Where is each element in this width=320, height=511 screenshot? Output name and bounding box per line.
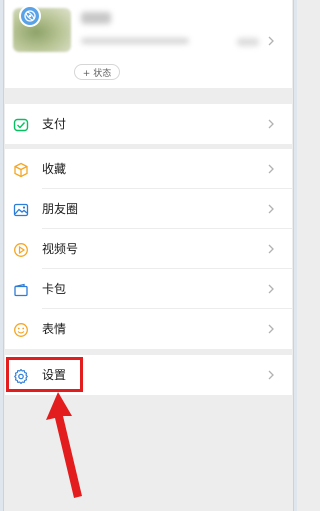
chevron-right-icon — [268, 284, 274, 294]
profile-card[interactable]: + 状态 — [5, 0, 292, 88]
wechat-pay-icon — [13, 117, 29, 133]
user-name-redacted — [81, 12, 111, 24]
chevron-right-icon — [268, 370, 274, 380]
qr-code-redacted[interactable] — [237, 38, 259, 46]
chevron-right-icon — [268, 164, 274, 174]
menu-item-label: 朋友圈 — [42, 202, 79, 216]
menu-group-services: 收藏 朋友圈 视频号 卡包 表情 — [5, 149, 292, 349]
user-id-redacted — [81, 38, 189, 44]
add-status-button[interactable]: + 状态 — [74, 64, 120, 80]
menu-item-cards[interactable]: 卡包 — [5, 269, 292, 309]
menu-item-favorites[interactable]: 收藏 — [5, 149, 292, 189]
menu-item-stickers[interactable]: 表情 — [5, 309, 292, 349]
menu-item-label: 表情 — [42, 322, 67, 336]
chevron-right-icon — [268, 244, 274, 254]
menu-item-label: 视频号 — [42, 242, 79, 256]
sticker-smile-icon — [13, 322, 29, 338]
chevron-right-icon — [268, 204, 274, 214]
favorites-cube-icon — [13, 162, 29, 178]
menu-item-channels[interactable]: 视频号 — [5, 229, 292, 269]
chevron-right-icon — [268, 36, 274, 46]
menu-item-label: 支付 — [42, 117, 67, 131]
menu-item-label: 卡包 — [42, 282, 67, 296]
moments-photo-icon — [13, 202, 29, 218]
pointer-arrow-icon — [46, 392, 82, 498]
menu-group-payment: 支付 — [5, 104, 292, 144]
chevron-right-icon — [268, 119, 274, 129]
chevron-right-icon — [268, 324, 274, 334]
window-frame-right — [293, 0, 297, 511]
settings-highlight-box — [6, 357, 83, 392]
channels-play-icon — [13, 242, 29, 258]
card-wallet-icon — [13, 282, 29, 298]
menu-item-label: 收藏 — [42, 162, 67, 176]
menu-item-payment[interactable]: 支付 — [5, 104, 292, 144]
app-badge-icon — [19, 5, 41, 27]
window-frame-left — [0, 0, 4, 511]
menu-item-moments[interactable]: 朋友圈 — [5, 189, 292, 229]
